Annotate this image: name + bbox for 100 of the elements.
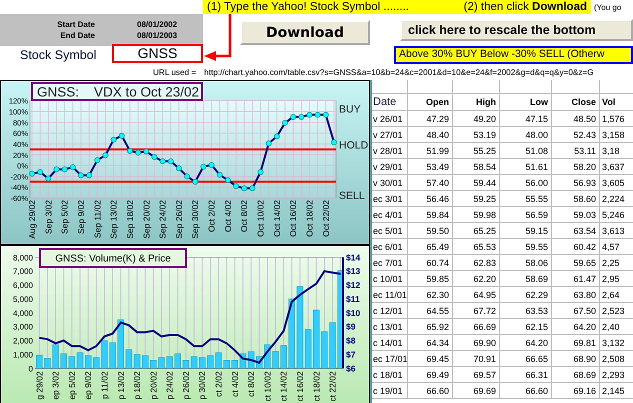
volume-bar (199, 357, 206, 368)
table-cell: 3,158 (600, 127, 633, 143)
data-point (266, 140, 272, 146)
table-cell: 56.59 (500, 207, 552, 223)
table-cell: 47.15 (500, 111, 552, 127)
axis-tick-label: 1,000 (12, 350, 33, 360)
table-cell: 67.50 (552, 303, 600, 319)
column-header: Vol (600, 94, 633, 111)
axis-tick-label: Sep 3/02 (43, 200, 54, 234)
table-cell: 2,145 (600, 383, 633, 399)
axis-tick-label: $7 (346, 349, 356, 360)
data-point (274, 133, 280, 140)
axis-tick-label: Oct 8/02 (239, 200, 250, 232)
table-cell: 69.69 (453, 383, 500, 399)
column-header: Date (372, 94, 408, 111)
data-point (290, 114, 296, 120)
table-cell: 59.15 (500, 223, 552, 239)
axis-tick-label: 0 (28, 364, 33, 374)
axis-tick-label: $6 (346, 363, 356, 374)
data-point (102, 152, 108, 158)
zone-label: BUY (339, 103, 361, 116)
table-cell: 69.90 (453, 335, 500, 351)
table-cell: ec 6/01 (372, 239, 408, 255)
axis-tick-label: ct 14/02 (278, 371, 289, 402)
table-cell: 65.53 (453, 239, 500, 255)
table-cell: 62.83 (453, 255, 500, 271)
axis-tick-label: Oct 14/02 (272, 200, 282, 237)
axis-tick-label: ct 4/02 (230, 371, 240, 397)
table-cell: 64.55 (408, 303, 453, 319)
zone-label: SELL (339, 190, 365, 202)
axis-tick-label: Aug 29/02 (27, 200, 37, 239)
data-point (282, 120, 288, 126)
data-point (143, 148, 150, 154)
data-point (208, 162, 214, 168)
table-cell: 68.69 (552, 367, 600, 383)
table-cell: ec 3/01 (372, 191, 408, 207)
table-cell: 2,224 (600, 191, 633, 207)
table-cell: 49.20 (453, 111, 500, 127)
axis-tick-label: ep 5/02 (66, 371, 77, 400)
table-cell: c 18/01 (372, 367, 408, 383)
table-cell: v 28/01 (372, 143, 408, 159)
table-cell: 47.29 (408, 111, 453, 127)
data-point (224, 177, 231, 184)
field-label: End Date (59, 30, 95, 40)
download-button[interactable]: Download (240, 20, 370, 45)
date-value: 08/01/2003 (136, 30, 178, 40)
axis-tick-label: g 29/02 (34, 371, 44, 400)
zone-label: HOLD (339, 139, 368, 152)
table-cell: 61.47 (552, 271, 600, 287)
table-cell: 62.20 (453, 271, 500, 287)
table-cell: 66.65 (500, 351, 552, 367)
data-point (29, 170, 35, 177)
table-cell: 60.42 (552, 239, 600, 255)
table-cell: c 12/01 (372, 303, 408, 319)
axis-tick-label: Sep 9/02 (76, 200, 86, 234)
data-point (54, 166, 60, 172)
table-cell: 65.25 (453, 223, 500, 239)
table-cell: c 19/01 (372, 383, 408, 399)
rescale-button[interactable]: click here to rescale the bottom (400, 19, 633, 41)
data-point (45, 176, 52, 182)
data-point (241, 185, 248, 192)
table-cell: v 29/01 (372, 159, 408, 175)
table-cell: 56.00 (500, 175, 552, 191)
data-point (322, 112, 329, 118)
url-label: URL used = (153, 68, 196, 76)
table-cell: 59.50 (408, 223, 453, 239)
pointer-arrow (204, 14, 232, 61)
data-point (216, 172, 223, 178)
symbol-input-field[interactable]: GNSS (112, 44, 203, 62)
axis-tick-label: ct 8/02 (246, 371, 256, 397)
table-cell: 64.20 (552, 319, 600, 335)
instruction-text: (2) then click Download (464, 1, 587, 13)
volume-bar (118, 320, 124, 368)
table-cell (453, 80, 500, 94)
table-cell: ec 5/01 (372, 223, 408, 239)
table-cell: 58.20 (552, 159, 600, 175)
table-cell: 69.49 (408, 367, 453, 383)
chart-title: GNSS: VDX to Oct 23/02 (31, 82, 203, 101)
data-point (233, 183, 239, 190)
table-cell: 3,613 (600, 223, 633, 239)
column-header: Close (552, 94, 600, 111)
table-cell: 3,132 (600, 335, 633, 351)
axis-tick-label: ct 22/02 (328, 371, 338, 402)
table-cell: 51.99 (408, 143, 453, 159)
data-point (86, 172, 92, 178)
table-cell: 58.54 (453, 159, 500, 175)
table-cell: c 14/01 (372, 335, 408, 351)
table-cell: 1,576 (600, 111, 633, 127)
data-point (184, 173, 190, 180)
table-cell: 59.84 (408, 207, 453, 223)
table-cell: c 10/01 (372, 271, 408, 287)
table-cell: 62.30 (408, 287, 453, 303)
table-cell: 56.93 (552, 175, 600, 191)
axis-tick-label: 4,000 (12, 308, 33, 318)
table-cell: 70.91 (453, 351, 500, 367)
field-label: Stock Symbol (20, 48, 96, 62)
table-cell: ec 7/01 (372, 255, 408, 271)
table-cell: c 13/01 (372, 319, 408, 335)
axis-tick-label: ct 10/02 (262, 371, 272, 402)
chart-title: GNSS: Volume(K) & Price (39, 248, 187, 268)
